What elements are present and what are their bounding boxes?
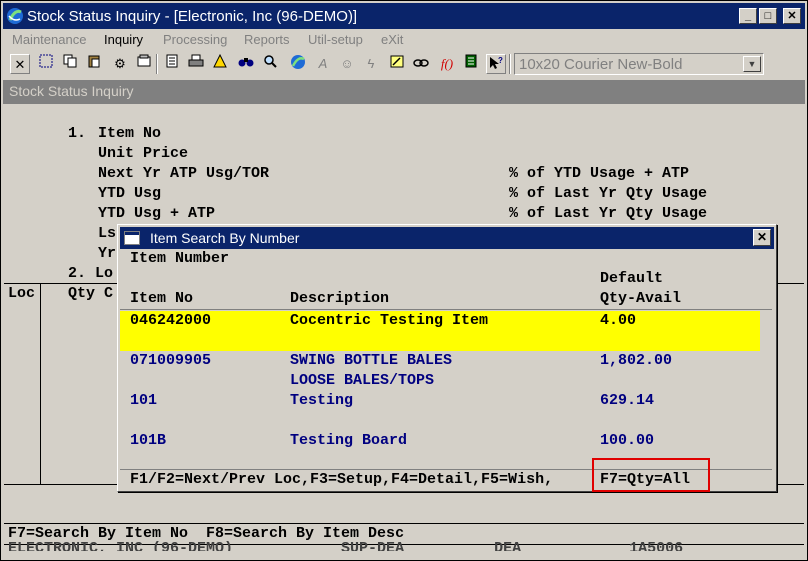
dialog-title-bar[interactable]: Item Search By Number ✕	[120, 227, 774, 249]
menu-reports[interactable]: Reports	[244, 32, 290, 47]
dialog-title: Item Search By Number	[150, 230, 300, 246]
binoculars-icon[interactable]	[236, 54, 256, 74]
list-icon[interactable]	[162, 54, 182, 74]
chevron-down-icon[interactable]: ▼	[743, 56, 761, 72]
font-selector[interactable]: 10x20 Courier New-Bold ▼	[514, 53, 764, 75]
qty-all-highlight-box	[592, 458, 710, 492]
field-ytd-usg-atp: YTD Usg + ATP	[98, 205, 216, 222]
menu-util-setup[interactable]: Util-setup	[308, 32, 363, 47]
window-title: Stock Status Inquiry - [Electronic, Inc …	[27, 8, 358, 25]
user-icon[interactable]: ☺	[337, 54, 357, 74]
row-item-no: 046242000	[130, 312, 212, 329]
screen-icon[interactable]	[134, 54, 154, 74]
row-description: Cocentric Testing Item	[290, 312, 489, 329]
row-item-no: 071009905	[130, 352, 212, 369]
toolbar-separator-2	[509, 54, 511, 74]
font-icon[interactable]: A	[313, 54, 333, 74]
field-next-yr-atp: Next Yr ATP Usg/TOR	[98, 165, 270, 182]
title-bar[interactable]: Stock Status Inquiry - [Electronic, Inc …	[3, 3, 805, 29]
help-pointer-icon[interactable]: ?	[486, 54, 506, 74]
maximize-icon: □	[764, 10, 772, 22]
main-window: Stock Status Inquiry - [Electronic, Inc …	[0, 0, 808, 561]
status-line: ELECTRONIC, INC (96-DEMO) SUP-DEA DEA 1A…	[8, 539, 683, 551]
row-qty: 1,802.00	[600, 352, 673, 369]
row-item-no: 101B	[130, 432, 167, 449]
screen-title: Stock Status Inquiry	[9, 83, 134, 99]
copy-icon[interactable]	[60, 54, 80, 74]
status-text: ELECTRONIC, INC (96-DEMO) SUP-DEA DEA 1A…	[8, 540, 684, 551]
field-yr: Yr	[98, 245, 117, 262]
select-icon[interactable]	[36, 54, 56, 74]
field-item-no: Item No	[98, 125, 162, 142]
header-qty-avail: Qty-Avail	[600, 290, 682, 307]
function-icon[interactable]: f()	[437, 54, 457, 74]
toolbar-separator	[156, 54, 158, 74]
dialog-function-keys: F1/F2=Next/Prev Loc,F3=Setup,F4=Detail,F…	[130, 471, 554, 488]
column-qty: Qty C	[68, 285, 114, 302]
dialog-subtitle: Item Number	[130, 250, 230, 267]
header-divider	[120, 309, 772, 310]
lightning-icon[interactable]: ϟ	[361, 54, 381, 74]
row-qty: 100.00	[600, 432, 655, 449]
menu-maintenance[interactable]: Maintenance	[12, 32, 86, 47]
dialog-close-button[interactable]: ✕	[753, 229, 771, 246]
row-qty: 629.14	[600, 392, 655, 409]
field-1-number: 1.	[68, 125, 87, 142]
link-icon[interactable]	[411, 54, 431, 74]
minimize-button[interactable]: _	[739, 8, 757, 24]
row-description-2: LOOSE BALES/TOPS	[290, 372, 435, 389]
header-item-no: Item No	[130, 290, 194, 307]
row-description: SWING BOTTLE BALES	[290, 352, 453, 369]
grid-divider	[40, 284, 41, 484]
app-icon	[7, 8, 23, 24]
field-2-loc: 2. Lo	[68, 265, 114, 282]
window-icon	[124, 231, 140, 245]
field-pct-ytd-atp: % of YTD Usage + ATP	[509, 165, 690, 182]
column-loc: Loc	[8, 285, 36, 302]
field-ls: Ls	[98, 225, 117, 242]
field-ytd-usg: YTD Usg	[98, 185, 162, 202]
menu-processing[interactable]: Processing	[163, 32, 227, 47]
close-button[interactable]: ✕	[783, 8, 801, 24]
paste-icon[interactable]	[84, 54, 104, 74]
field-unit-price: Unit Price	[98, 145, 189, 162]
search-icon[interactable]	[260, 54, 280, 74]
alert-icon[interactable]	[210, 53, 230, 74]
header-qty-default: Default	[600, 270, 664, 287]
close-icon: ✕	[787, 10, 797, 22]
field-pct-last-yr-1: % of Last Yr Qty Usage	[509, 185, 708, 202]
calculator-icon[interactable]	[461, 54, 481, 74]
maximize-button[interactable]: □	[759, 8, 777, 24]
globe-icon[interactable]	[288, 54, 308, 74]
menu-bar: Maintenance Inquiry Processing Reports U…	[3, 30, 805, 50]
row-description: Testing Board	[290, 432, 408, 449]
minimize-icon: _	[744, 10, 752, 22]
settings-icon[interactable]: ⚙	[110, 54, 130, 74]
header-description: Description	[290, 290, 390, 307]
menu-inquiry[interactable]: Inquiry	[104, 32, 143, 47]
edit-icon[interactable]	[387, 54, 407, 74]
print-icon[interactable]	[186, 54, 206, 74]
close-icon: ✕	[756, 230, 768, 244]
font-selector-value: 10x20 Courier New-Bold	[519, 56, 683, 73]
cut-icon[interactable]: ✕	[10, 54, 30, 74]
row-item-no: 101	[130, 392, 158, 409]
menu-exit[interactable]: eXit	[381, 32, 403, 47]
row-qty: 4.00	[600, 312, 637, 329]
svg-text:?: ?	[498, 56, 503, 65]
item-search-dialog: Item Search By Number ✕ Item Number Defa…	[117, 224, 777, 492]
row-description: Testing	[290, 392, 354, 409]
field-pct-last-yr-2: % of Last Yr Qty Usage	[509, 205, 708, 222]
screen-header: Stock Status Inquiry	[3, 80, 805, 104]
